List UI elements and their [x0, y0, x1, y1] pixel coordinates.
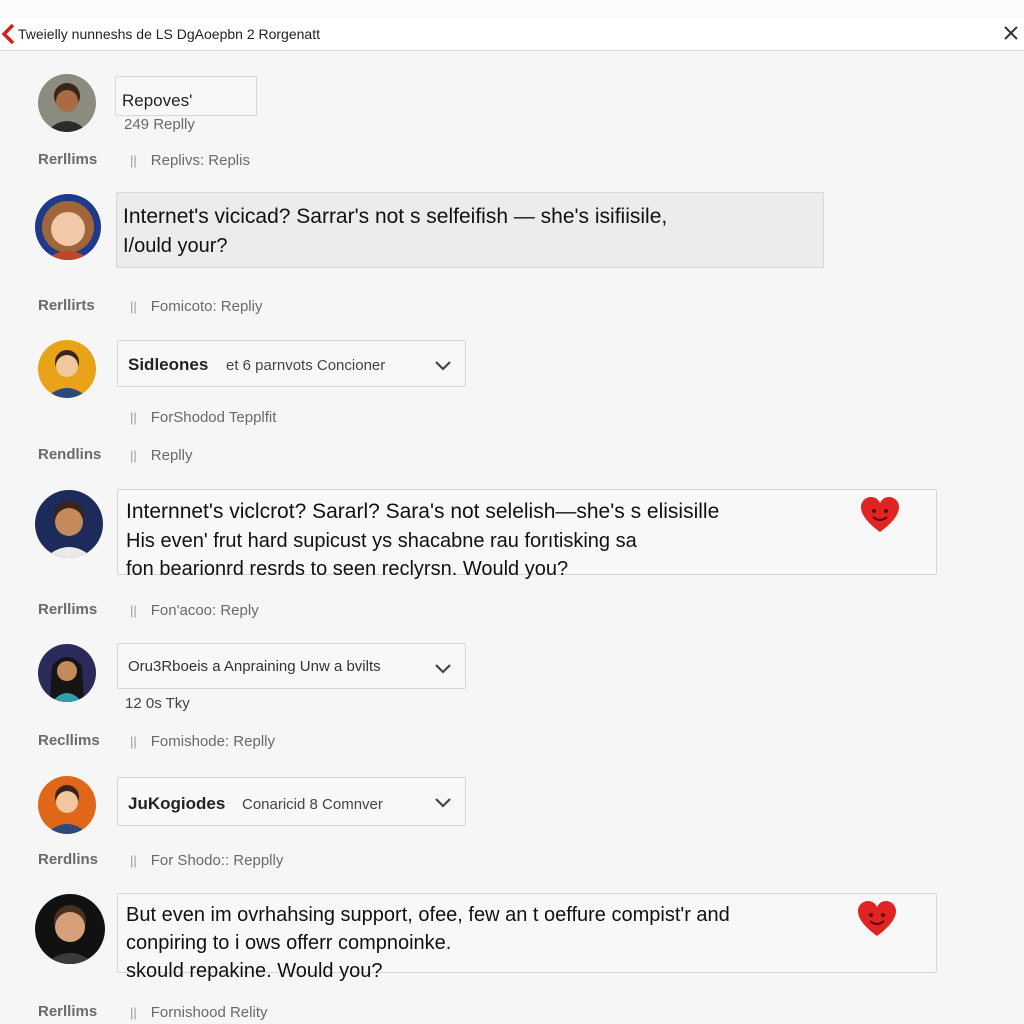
comment-text-line: Internet's vicicad? Sarrar's not s selfe… [123, 205, 668, 228]
comment-author-label: Rerllims [38, 151, 98, 168]
reply-link[interactable]: || For Shodo:: Repplly [130, 852, 283, 869]
close-icon[interactable] [1002, 24, 1020, 42]
avatar[interactable] [38, 776, 96, 834]
reply-link-label: Fornishood Relity [150, 1004, 268, 1021]
comment-text-line: Internnet's viclcrot? Sararl? Sara's not… [126, 500, 720, 523]
dropdown[interactable]: Oru3Rboeis a Anpraining Unw a bvilts [117, 643, 466, 689]
page-title: Tweielly nunneshs de LS DgAoepbn 2 Rorge… [18, 26, 320, 42]
dropdown-subtitle: et 6 parnvots Concioner [226, 357, 386, 374]
reply-link[interactable]: || Fornishood Relity [130, 1004, 267, 1021]
comment-text-line: But even im ovrhahsing support, ofee, fe… [126, 904, 730, 926]
chevron-down-icon[interactable] [434, 359, 452, 371]
comment-card: Repoves' [115, 76, 257, 116]
avatar[interactable] [35, 894, 105, 964]
comment-author-label: Rerllims [38, 1003, 98, 1020]
avatar[interactable] [35, 194, 101, 260]
comment-author-label: Rerllirts [38, 297, 95, 314]
reply-link-label: Replivs: Replis [150, 152, 250, 169]
reply-link-label: Replly [150, 447, 193, 464]
heart-face-icon[interactable] [857, 900, 897, 938]
reply-count[interactable]: 12 0s Tky [125, 695, 190, 712]
dropdown[interactable]: Sidleones et 6 parnvots Concioner [117, 340, 466, 387]
reply-count[interactable]: 249 Replly [124, 116, 195, 133]
comment-card: But even im ovrhahsing support, ofee, fe… [117, 893, 937, 982]
title-bar: Tweielly nunneshs de LS DgAoepbn 2 Rorge… [0, 18, 1024, 51]
dropdown-title: JuKogiodes [128, 794, 226, 813]
reply-link[interactable]: || ForShodod Tepplfit [130, 409, 276, 426]
reply-link[interactable]: || Replly [130, 447, 192, 464]
reply-link-label: Fomicoto: Repliy [150, 298, 263, 315]
comment-author-label: Rendlins [38, 446, 102, 463]
comment-author-label: Rerdlins [38, 851, 99, 868]
dropdown[interactable]: JuKogiodes Conaricid 8 Comnver [117, 777, 466, 826]
comment-title: Repoves' [122, 91, 193, 110]
reply-link[interactable]: || Fon'acoo: Reply [130, 602, 259, 619]
comment-author-label: Rerllims [38, 601, 98, 618]
dropdown-title: Oru3Rboeis a Anpraining Unw a bvilts [128, 658, 381, 675]
chevron-left-icon[interactable] [0, 22, 18, 46]
reply-link-label: Fon'acoo: Reply [150, 602, 259, 619]
avatar[interactable] [38, 340, 96, 398]
window-top-strip [0, 0, 1024, 19]
reply-link-label: For Shodo:: Repplly [150, 852, 284, 869]
avatar[interactable] [38, 74, 96, 132]
dropdown-title: Sidleones [128, 355, 209, 374]
comment-card: Internnet's viclcrot? Sararl? Sara's not… [117, 489, 937, 580]
reply-link[interactable]: || Fomicoto: Repliy [130, 298, 262, 315]
chevron-down-icon[interactable] [434, 796, 452, 808]
dropdown-subtitle: Conaricid 8 Comnver [242, 796, 383, 813]
avatar[interactable] [38, 644, 96, 702]
comment-text-line: I/ould your? [123, 235, 228, 257]
comment-text-line: fon bearionrd resrds to seen reclyrsn. W… [126, 558, 569, 580]
reply-link[interactable]: || Fomishode: Replly [130, 733, 275, 750]
comment-text-line: His even' frut hard supicust ys shacabne… [126, 530, 637, 552]
comment-author-label: Recllims [38, 732, 100, 749]
comment-text-line: skould repakine. Would you? [126, 960, 383, 982]
chevron-down-icon[interactable] [434, 662, 452, 674]
comment-text-line: conpiring to i ows offerr compnoinke. [126, 932, 452, 954]
reply-link-label: ForShodod Tepplfit [150, 409, 277, 426]
comment-card: Internet's vicicad? Sarrar's not s selfe… [116, 192, 824, 268]
reply-link[interactable]: || Replivs: Replis [130, 152, 250, 169]
heart-face-icon[interactable] [860, 496, 900, 534]
reply-link-label: Fomishode: Replly [150, 733, 275, 750]
avatar[interactable] [35, 490, 103, 558]
